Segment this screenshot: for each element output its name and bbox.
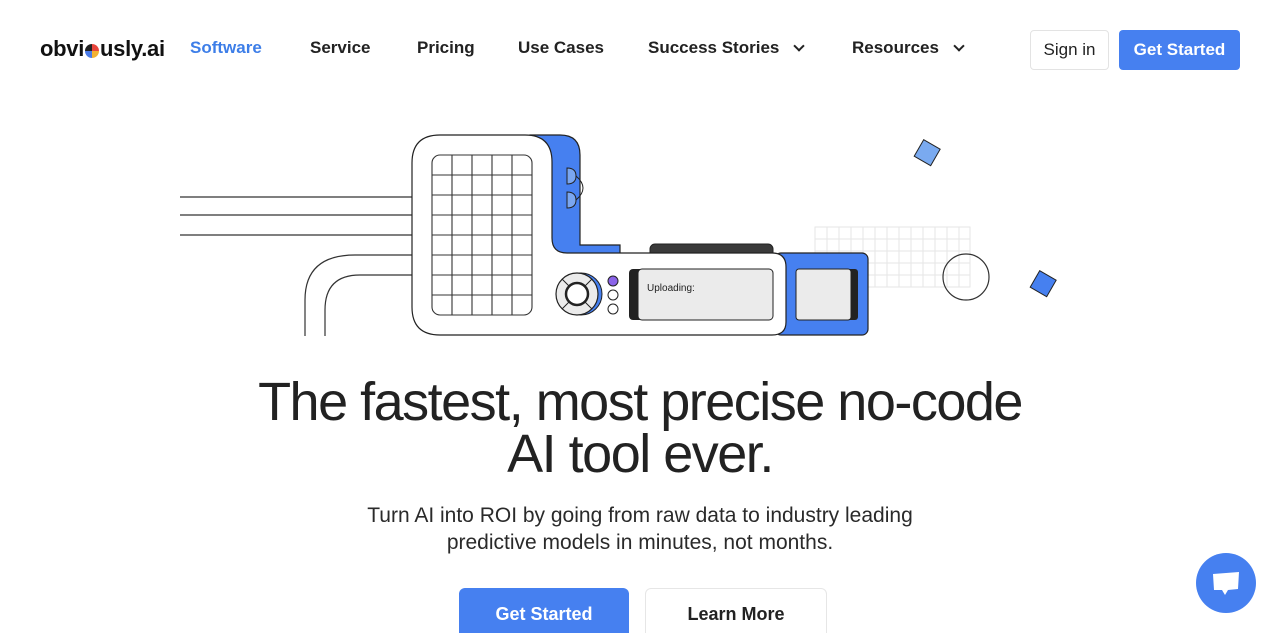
floating-circle-icon xyxy=(942,253,990,301)
upload-screen xyxy=(637,268,774,321)
nav-item-label: Pricing xyxy=(417,38,475,57)
indicator-light xyxy=(607,303,619,315)
chat-launcher-button[interactable] xyxy=(1196,553,1256,613)
floating-cube-icon xyxy=(913,139,941,167)
chevron-down-icon xyxy=(793,40,806,52)
nav-item-service[interactable]: Service xyxy=(310,38,371,58)
logo[interactable]: obvi usly.ai xyxy=(40,36,165,62)
indicator-light-active xyxy=(607,275,619,287)
nav-item-resources[interactable]: Resources xyxy=(852,38,965,58)
indicator-light xyxy=(607,289,619,301)
nav-item-label: Use Cases xyxy=(518,38,605,57)
get-started-nav-button[interactable]: Get Started xyxy=(1119,30,1240,70)
nav-item-label: Resources xyxy=(852,38,939,57)
connector-icon xyxy=(566,191,577,209)
nav-item-success-stories[interactable]: Success Stories xyxy=(648,38,806,58)
connector-icon xyxy=(566,167,577,185)
nav-item-label: Success Stories xyxy=(648,38,780,57)
chat-bubble-icon xyxy=(1213,572,1239,595)
nav-item-label: Service xyxy=(310,38,371,57)
hero-title: The fastest, most precise no-code AI too… xyxy=(258,372,1023,484)
grid-screen xyxy=(431,154,533,316)
nav-item-use-cases[interactable]: Use Cases xyxy=(518,38,604,58)
upload-screen-text: Uploading: xyxy=(647,283,695,294)
hero-illustration: Uploading: xyxy=(180,134,1057,336)
learn-more-button[interactable]: Learn More xyxy=(645,588,827,633)
side-screen xyxy=(795,268,852,321)
sign-in-button[interactable]: Sign in xyxy=(1030,30,1109,70)
top-navigation: obvi usly.ai Software Service Pricing Use… xyxy=(0,0,1280,98)
logo-mark-icon xyxy=(85,43,100,58)
logo-text-suffix: usly.ai xyxy=(100,36,165,61)
hero-subtitle: Turn AI into ROI by going from raw data … xyxy=(367,504,913,554)
cable-lines xyxy=(180,196,412,336)
floating-cube-icon xyxy=(1029,270,1057,298)
nav-item-label: Software xyxy=(190,38,262,57)
nav-item-software[interactable]: Software xyxy=(190,38,262,58)
nav-item-pricing[interactable]: Pricing xyxy=(417,38,475,58)
dial-knob-icon xyxy=(555,272,603,316)
chevron-down-icon xyxy=(953,40,965,52)
logo-text-prefix: obvi xyxy=(40,36,85,61)
get-started-button[interactable]: Get Started xyxy=(459,588,629,633)
